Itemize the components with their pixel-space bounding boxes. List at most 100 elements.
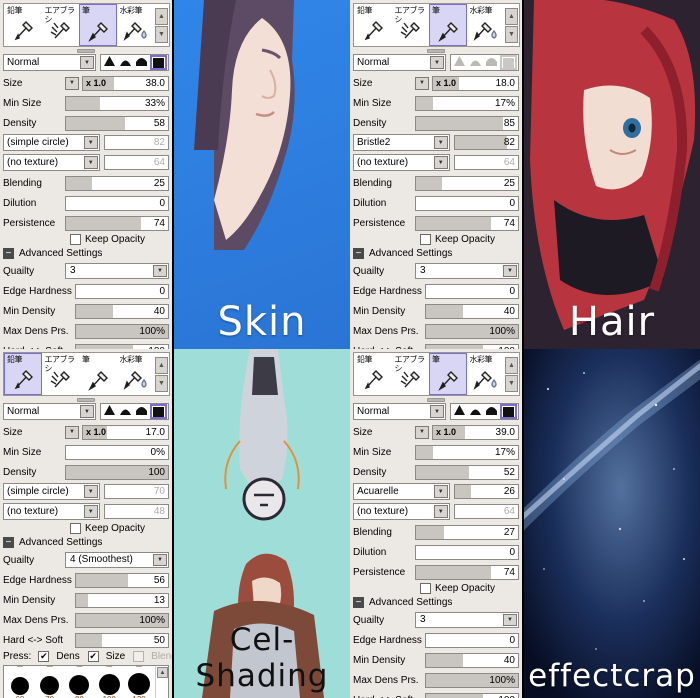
checkbox[interactable] [133,651,145,662]
edge-shape-2[interactable] [484,405,499,419]
press-size-toggle[interactable]: ✔ Size [85,651,125,662]
shape-source-select[interactable]: (simple circle) ▼ [3,483,100,500]
edge-shape-0[interactable] [102,55,117,70]
chevron-down-icon[interactable]: ▼ [430,405,444,418]
chevron-down-icon[interactable]: ▼ [433,485,448,498]
edge-shape-2[interactable] [134,405,149,419]
tool-scroll-buttons[interactable]: ▲ ▼ [504,4,519,46]
size-preset-partial[interactable]: ‾‾ [124,666,154,673]
slider-track[interactable]: 33% [65,95,169,111]
tool-scroll-buttons[interactable]: ▲ ▼ [504,353,519,395]
slider-track[interactable]: 52 [415,464,519,480]
slider-track[interactable]: 74 [415,215,519,231]
blend-mode-select[interactable]: Normal ▼ [353,54,446,71]
quality-select[interactable]: 3 ▼ [415,263,519,279]
chevron-down-icon[interactable]: ▼ [80,56,94,69]
slider-track[interactable]: x 1.0 18.0 [432,75,519,91]
edge-shape-3-selected[interactable] [500,404,517,419]
preset-scrollbar[interactable]: ▲▼ [155,666,168,698]
quality-select[interactable]: 3 ▼ [65,263,169,279]
advanced-settings-header[interactable]: − Advanced Settings [3,248,169,259]
slider-track[interactable]: 48 [103,504,169,519]
texture-select[interactable]: (no texture) ▼ [353,503,450,520]
slider-track[interactable]: 56 [75,572,169,588]
tool-scroll-buttons[interactable]: ▲ ▼ [154,353,169,395]
size-preset-100[interactable]: 100 [94,673,124,698]
slider-track[interactable]: 0 [415,544,519,560]
slider-track[interactable]: 25 [415,175,519,191]
slider-track[interactable]: 74 [65,215,169,231]
slider-track[interactable]: 100% [75,612,169,628]
quality-select[interactable]: 4 (Smoothest) ▼ [65,552,169,568]
size-preset-partial[interactable]: ‾‾ [65,666,95,673]
checkbox[interactable] [420,234,431,245]
edge-shape-3-selected[interactable] [500,55,517,70]
collapse-icon[interactable]: − [353,597,364,608]
tool-scroll-buttons[interactable]: ▲ ▼ [154,4,169,46]
slider-track[interactable]: 25 [65,175,169,191]
size-preset-120[interactable]: 120 [124,673,154,698]
size-preset-partial[interactable]: ‾‾ [5,666,35,673]
slider-track[interactable]: 100% [425,672,519,688]
edge-shape-2[interactable] [134,56,149,70]
tool-pencil[interactable]: 鉛筆 [354,4,392,46]
scroll-up-button[interactable]: ▲ [155,7,168,25]
texture-select[interactable]: (no texture) ▼ [353,154,450,171]
slider-track[interactable]: 100% [425,323,519,339]
size-preset-80[interactable]: 80 [65,673,95,698]
chevron-down-icon[interactable]: ▼ [433,136,448,149]
size-preset-60[interactable]: 60 [5,673,35,698]
checkbox[interactable] [70,523,81,534]
tool-brush[interactable]: 筆 [79,4,117,46]
edge-shape-3-selected[interactable] [150,404,167,419]
size-unit-button[interactable]: ▼ [65,425,79,439]
chevron-down-icon[interactable]: ▼ [83,156,98,169]
panel-grip[interactable] [350,398,522,402]
tool-airbrush[interactable]: エアブラシ [392,353,430,395]
collapse-icon[interactable]: − [353,248,364,259]
slider-track[interactable]: 85 [415,115,519,131]
slider-track[interactable]: 26 [453,484,519,499]
scroll-up-button[interactable]: ▲ [505,7,518,25]
slider-track[interactable]: 70 [103,484,169,499]
size-preset-partial[interactable]: ‾‾ [94,666,124,673]
chevron-down-icon[interactable]: ▼ [503,265,517,277]
texture-select[interactable]: (no texture) ▼ [3,154,100,171]
tool-pencil[interactable]: 鉛筆 [4,4,42,46]
tool-pencil[interactable]: 鉛筆 [4,353,42,395]
slider-track[interactable]: 64 [453,504,519,519]
edge-shape-0[interactable] [452,404,467,419]
slider-track[interactable]: 0 [425,283,519,299]
slider-track[interactable]: x 1.0 17.0 [82,424,169,440]
slider-track[interactable]: 64 [103,155,169,170]
blend-mode-select[interactable]: Normal ▼ [3,403,96,420]
chevron-down-icon[interactable]: ▼ [503,614,517,626]
shape-source-select[interactable]: Bristle2 ▼ [353,134,450,151]
panel-grip[interactable] [350,49,522,53]
panel-grip[interactable] [0,398,172,402]
collapse-icon[interactable]: − [3,537,14,548]
blend-mode-select[interactable]: Normal ▼ [353,403,446,420]
tool-airbrush[interactable]: エアブラシ [42,4,80,46]
chevron-down-icon[interactable]: ▼ [83,485,98,498]
edge-shape-2[interactable] [484,56,499,70]
slider-track[interactable]: 17% [415,444,519,460]
scroll-down-button[interactable]: ▼ [505,25,518,43]
checkbox[interactable]: ✔ [38,651,50,662]
chevron-down-icon[interactable]: ▼ [433,156,448,169]
tool-brush[interactable]: 筆 [429,353,467,395]
keep-opacity-row[interactable]: Keep Opacity [420,583,519,594]
size-unit-button[interactable]: ▼ [415,76,429,90]
slider-track[interactable]: 0 [415,195,519,211]
slider-track[interactable]: 40 [425,652,519,668]
tool-watercolor[interactable]: 水彩筆 [117,353,155,395]
slider-track[interactable]: 82 [103,135,169,150]
size-unit-button[interactable]: ▼ [415,425,429,439]
quality-select[interactable]: 3 ▼ [415,612,519,628]
slider-track[interactable]: 17% [415,95,519,111]
blend-mode-select[interactable]: Normal ▼ [3,54,96,71]
edge-shape-1[interactable] [468,405,483,419]
slider-track[interactable]: 100 [65,464,169,480]
tool-airbrush[interactable]: エアブラシ [42,353,80,395]
tool-watercolor[interactable]: 水彩筆 [467,4,505,46]
